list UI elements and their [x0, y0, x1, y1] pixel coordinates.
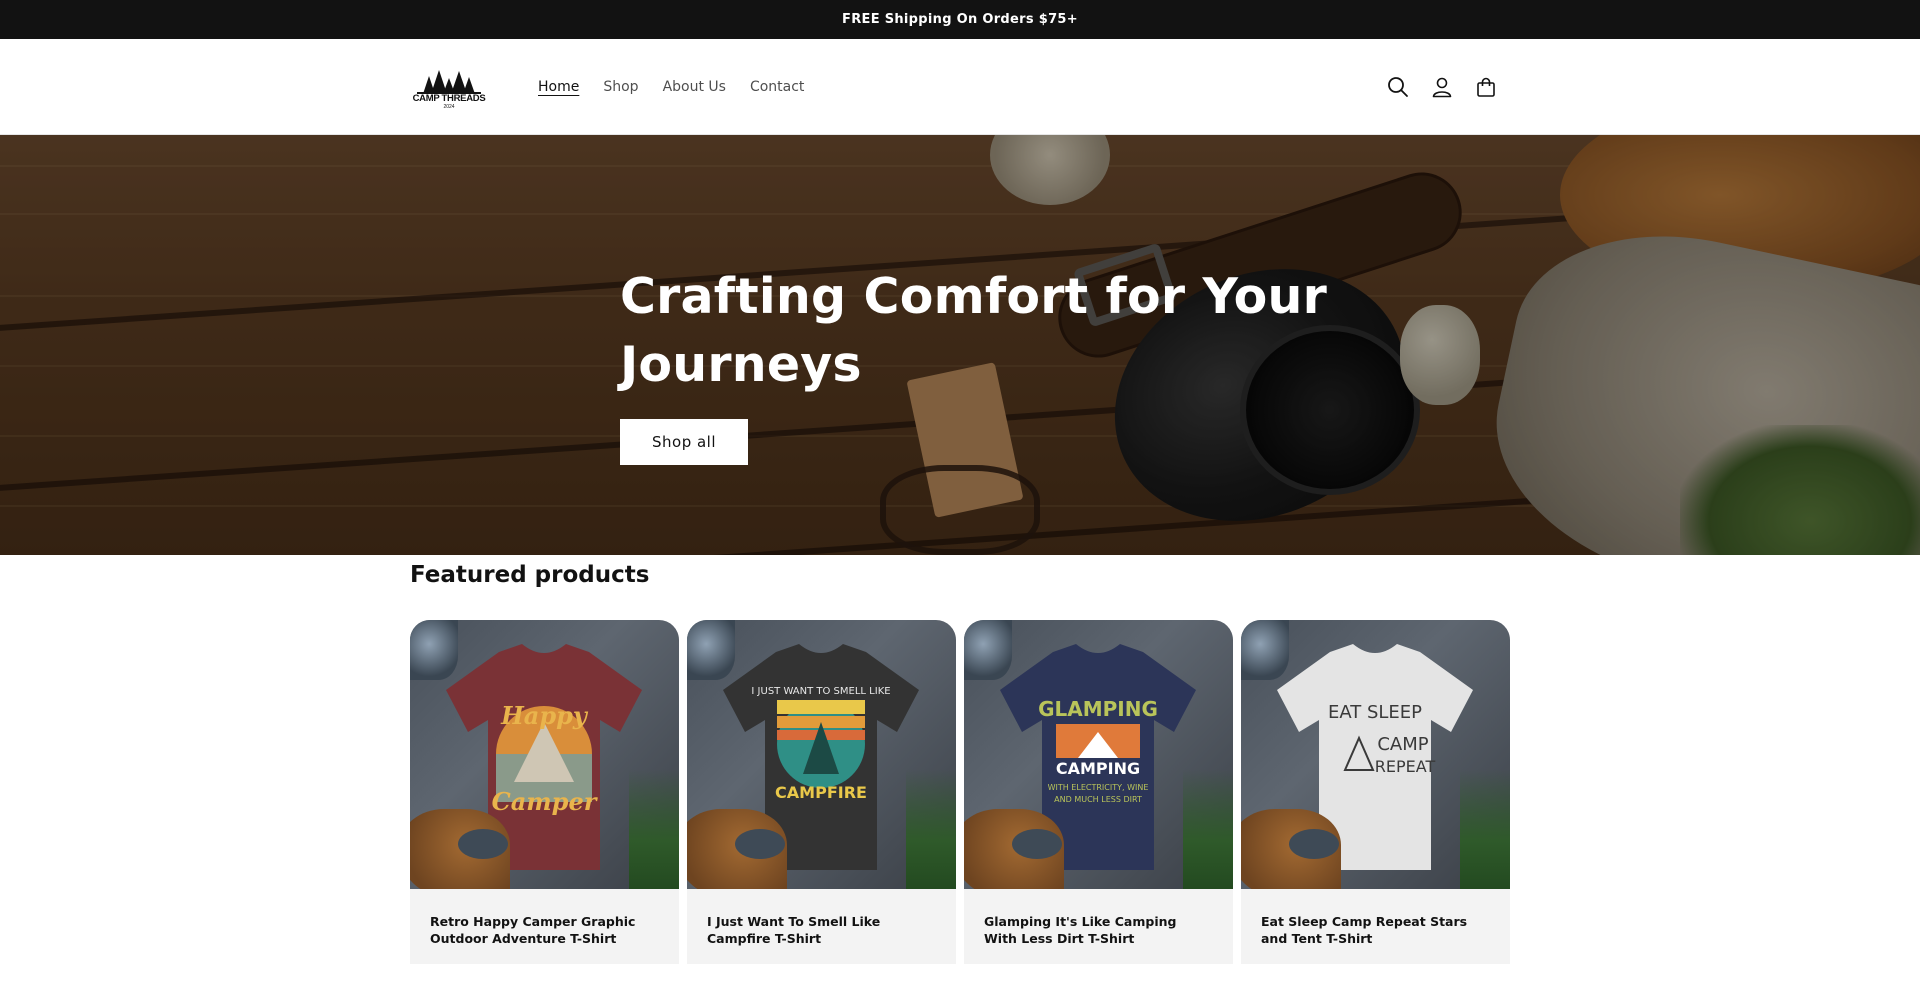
svg-text:CAMPFIRE: CAMPFIRE	[775, 783, 867, 802]
product-image[interactable]: EAT SLEEP CAMP REPEAT	[1241, 620, 1510, 889]
svg-text:REPEAT: REPEAT	[1375, 757, 1436, 776]
svg-text:GLAMPING: GLAMPING	[1038, 697, 1158, 721]
product-info: Eat Sleep Camp Repeat Stars and Tent T-S…	[1241, 889, 1510, 964]
announcement-bar: FREE Shipping On Orders $75+	[0, 0, 1920, 39]
nav-item-home[interactable]: Home	[526, 71, 591, 103]
main-nav: Home Shop About Us Contact	[526, 71, 816, 103]
product-info: Retro Happy Camper Graphic Outdoor Adven…	[410, 889, 679, 964]
nav-item-contact[interactable]: Contact	[738, 71, 816, 103]
nav-item-shop[interactable]: Shop	[591, 71, 650, 103]
product-image[interactable]: GLAMPING CAMPING WITH ELECTRICITY, WINE …	[964, 620, 1233, 889]
site-header: CAMP THREADS 2024 Home Shop About Us Con…	[0, 39, 1920, 135]
featured-products: Featured products Happy Camper Retro Hap…	[410, 555, 1510, 964]
hero-content: Crafting Comfort for Your Journeys Shop …	[620, 263, 1340, 465]
svg-text:Camper: Camper	[492, 787, 599, 816]
product-title[interactable]: Glamping It's Like Camping With Less Dir…	[984, 913, 1213, 947]
cart-icon	[1477, 77, 1495, 97]
pine-trees-icon	[417, 69, 481, 94]
svg-text:I JUST WANT TO SMELL LIKE: I JUST WANT TO SMELL LIKE	[751, 686, 890, 697]
featured-products-title: Featured products	[410, 562, 650, 588]
product-card[interactable]: I JUST WANT TO SMELL LIKE CAMPFIRE I Jus…	[687, 620, 956, 964]
account-icon	[1432, 77, 1452, 97]
product-title[interactable]: Eat Sleep Camp Repeat Stars and Tent T-S…	[1261, 913, 1490, 947]
svg-text:Happy: Happy	[500, 701, 589, 730]
product-grid: Happy Camper Retro Happy Camper Graphic …	[410, 620, 1510, 964]
svg-text:CAMP: CAMP	[1377, 734, 1428, 755]
svg-text:AND MUCH LESS DIRT: AND MUCH LESS DIRT	[1054, 795, 1142, 804]
account-button[interactable]	[1422, 65, 1462, 109]
announcement-text: FREE Shipping On Orders $75+	[842, 12, 1078, 27]
svg-text:WITH ELECTRICITY, WINE: WITH ELECTRICITY, WINE	[1048, 783, 1149, 792]
hero-title: Crafting Comfort for Your Journeys	[620, 268, 1327, 393]
product-info: Glamping It's Like Camping With Less Dir…	[964, 889, 1233, 964]
product-card[interactable]: Happy Camper Retro Happy Camper Graphic …	[410, 620, 679, 964]
product-title[interactable]: Retro Happy Camper Graphic Outdoor Adven…	[430, 913, 659, 947]
product-title[interactable]: I Just Want To Smell Like Campfire T-Shi…	[707, 913, 936, 947]
logo-year: 2024	[443, 103, 455, 110]
logo-wordmark: CAMP THREADS	[412, 92, 486, 104]
svg-text:EAT SLEEP: EAT SLEEP	[1328, 702, 1422, 723]
product-card[interactable]: EAT SLEEP CAMP REPEAT Eat Sleep Camp Rep…	[1241, 620, 1510, 964]
svg-text:CAMPING: CAMPING	[1056, 759, 1140, 778]
header-actions	[1378, 65, 1506, 109]
site-logo[interactable]: CAMP THREADS 2024	[410, 64, 488, 110]
product-image[interactable]: Happy Camper	[410, 620, 679, 889]
cart-button[interactable]	[1466, 65, 1506, 109]
search-button[interactable]	[1378, 65, 1418, 109]
hero-banner: Crafting Comfort for Your Journeys Shop …	[0, 135, 1920, 555]
shop-all-button[interactable]: Shop all	[620, 419, 749, 465]
product-card[interactable]: GLAMPING CAMPING WITH ELECTRICITY, WINE …	[964, 620, 1233, 964]
product-image[interactable]: I JUST WANT TO SMELL LIKE CAMPFIRE	[687, 620, 956, 889]
search-icon	[1388, 76, 1408, 97]
nav-item-about-us[interactable]: About Us	[651, 71, 738, 103]
product-info: I Just Want To Smell Like Campfire T-Shi…	[687, 889, 956, 964]
